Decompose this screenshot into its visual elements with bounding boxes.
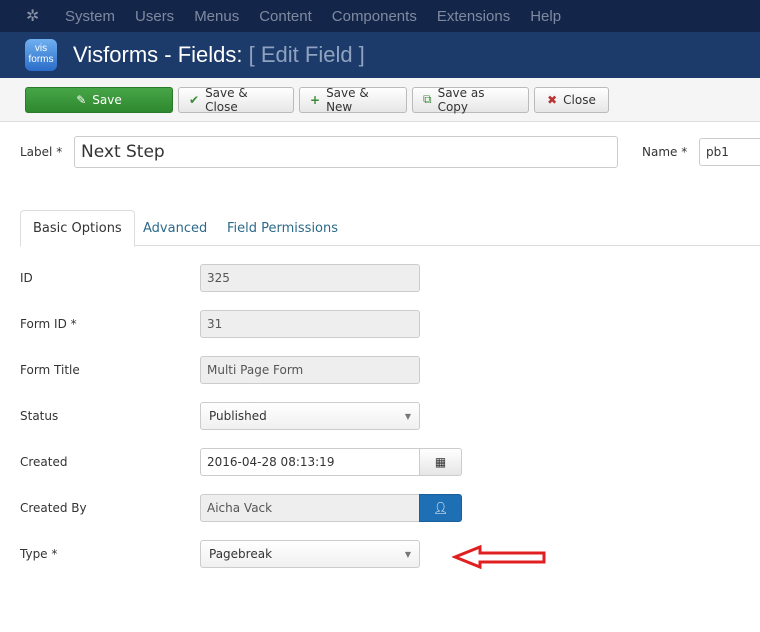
label-field-label: Label * — [20, 145, 63, 159]
annotation-arrow-icon — [452, 544, 546, 570]
menu-system[interactable]: System — [65, 8, 115, 25]
title-subtitle: [ Edit Field ] — [248, 42, 365, 67]
tab-basic-options[interactable]: Basic Options — [20, 210, 135, 247]
status-value: Published — [209, 409, 267, 423]
form-title-label: Form Title — [20, 363, 80, 377]
created-by-input[interactable]: Aicha Vack — [200, 494, 420, 522]
chevron-down-icon: ▼ — [404, 549, 411, 559]
status-label: Status — [20, 409, 59, 423]
menu-content[interactable]: Content — [259, 8, 312, 25]
chevron-down-icon: ▼ — [404, 411, 411, 421]
save-button[interactable]: ✎ Save — [25, 86, 173, 113]
close-button[interactable]: ✖ Close — [534, 86, 609, 113]
label-input[interactable]: Next Step — [74, 136, 618, 168]
edit-icon: ✎ — [76, 92, 87, 107]
save-new-label: Save & New — [326, 85, 369, 114]
save-label: Save — [92, 92, 122, 107]
check-icon: ✔ — [189, 92, 200, 107]
created-label: Created — [20, 455, 68, 469]
name-input[interactable]: pb1 — [699, 138, 760, 166]
form-title-input[interactable]: Multi Page Form — [200, 356, 420, 384]
close-icon: ✖ — [547, 92, 558, 107]
menu-help[interactable]: Help — [530, 8, 561, 25]
select-user-button[interactable]: 👤︎ — [419, 494, 462, 522]
user-icon: 👤︎ — [432, 501, 449, 515]
toolbar: ✎ Save ✔ Save & Close + Save & New ⧉ Save as… — [0, 78, 760, 122]
type-select[interactable]: Pagebreak ▼ — [200, 540, 420, 568]
copy-icon: ⧉ — [423, 92, 432, 106]
calendar-icon: ▦ — [434, 455, 447, 469]
title-text: Visforms - Fields: — [73, 42, 243, 67]
page-title: Visforms - Fields: [ Edit Field ] — [73, 42, 365, 68]
name-field-label: Name * — [642, 145, 688, 159]
id-input[interactable]: 325 — [200, 264, 420, 292]
plus-icon: + — [310, 92, 321, 107]
tab-bar: Basic Options Advanced Field Permissions — [20, 210, 760, 247]
id-label: ID — [20, 271, 33, 285]
top-menu-bar: ✲ System Users Menus Content Components … — [0, 0, 760, 32]
menu-components[interactable]: Components — [332, 8, 417, 25]
status-select[interactable]: Published ▼ — [200, 402, 420, 430]
save-close-button[interactable]: ✔ Save & Close — [178, 85, 294, 114]
joomla-logo-icon[interactable]: ✲ — [26, 8, 42, 24]
type-value: Pagebreak — [209, 547, 273, 561]
save-copy-button[interactable]: ⧉ Save as Copy — [412, 85, 529, 114]
menu-users[interactable]: Users — [135, 8, 174, 25]
created-input[interactable]: 2016-04-28 08:13:19 — [200, 448, 420, 476]
created-by-label: Created By — [20, 501, 87, 515]
tab-advanced[interactable]: Advanced — [131, 210, 219, 246]
close-label: Close — [563, 92, 596, 107]
visforms-logo: vis forms — [25, 39, 57, 71]
type-label: Type * — [20, 547, 58, 561]
page-header: vis forms Visforms - Fields: [ Edit Field… — [0, 32, 760, 78]
save-close-label: Save & Close — [205, 85, 248, 114]
form-id-input[interactable]: 31 — [200, 310, 420, 338]
menu-menus[interactable]: Menus — [194, 8, 239, 25]
calendar-button[interactable]: ▦ — [419, 448, 462, 476]
tab-field-permissions[interactable]: Field Permissions — [215, 210, 350, 246]
save-copy-label: Save as Copy — [437, 85, 485, 114]
menu-extensions[interactable]: Extensions — [437, 8, 510, 25]
save-new-button[interactable]: + Save & New — [299, 85, 407, 114]
form-id-label: Form ID * — [20, 317, 77, 331]
